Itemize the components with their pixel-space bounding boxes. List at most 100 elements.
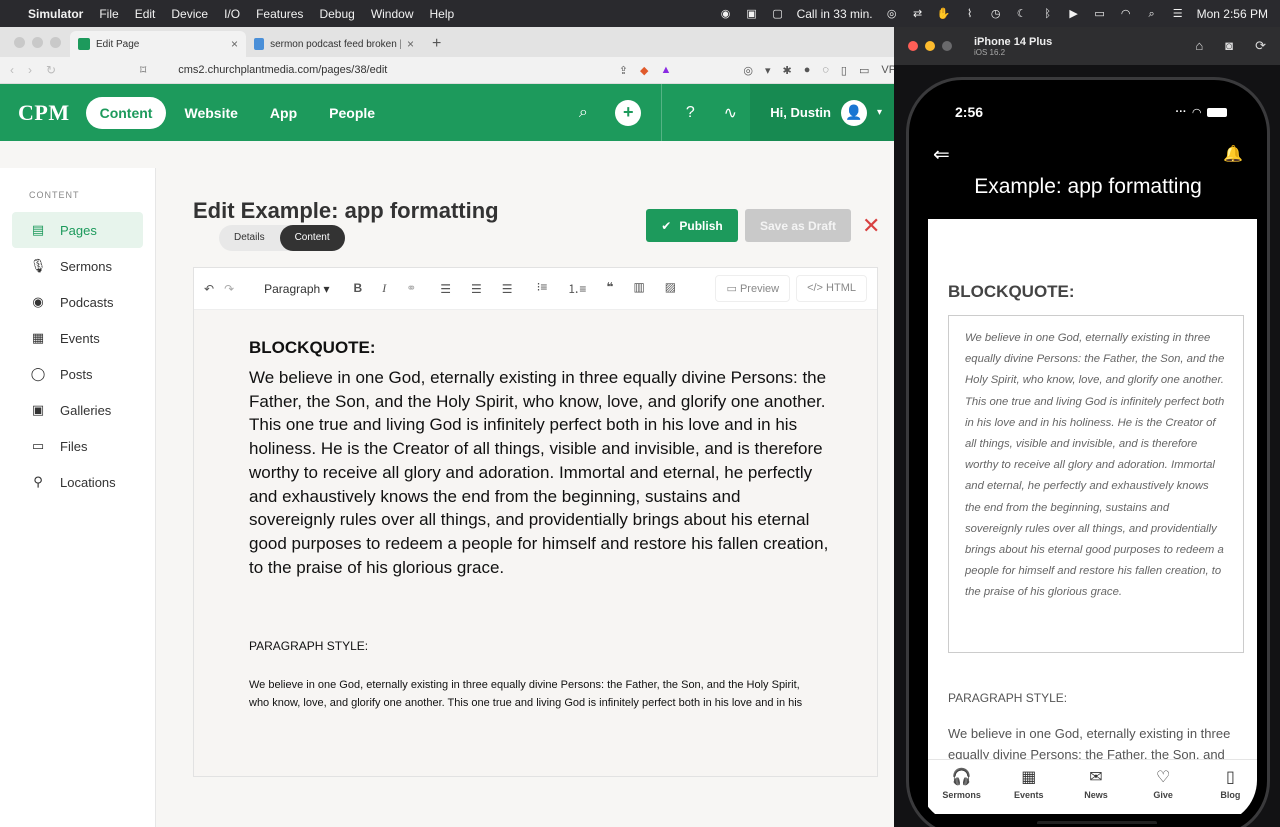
call-reminder[interactable]: Call in 33 min. xyxy=(797,7,873,21)
menu-help[interactable]: Help xyxy=(430,7,455,21)
bold-icon[interactable]: B xyxy=(354,281,363,296)
control-center-icon[interactable]: ☰ xyxy=(1171,8,1185,20)
numbered-list-icon[interactable]: ⒈≡ xyxy=(567,280,586,297)
cpm-logo[interactable]: CPM xyxy=(18,100,70,126)
extension-icon[interactable]: ◎ xyxy=(743,64,753,77)
nav-people[interactable]: People xyxy=(315,97,389,129)
menu-device[interactable]: Device xyxy=(171,7,208,21)
wifi-icon[interactable]: ◠ xyxy=(1119,8,1133,20)
close-tab-icon[interactable]: × xyxy=(231,37,238,51)
sidebar-item-posts[interactable]: ◯ Posts xyxy=(12,356,143,392)
save-as-draft-button[interactable]: Save as Draft xyxy=(745,209,851,242)
sidebar-item-locations[interactable]: ⚲ Locations xyxy=(12,464,143,500)
meeting-icon[interactable]: ▢ xyxy=(771,8,785,20)
zoom-window-button[interactable] xyxy=(50,37,61,48)
align-center-icon[interactable]: ☰ xyxy=(471,282,482,296)
app-tab-blog[interactable]: ▯ Blog xyxy=(1200,769,1257,800)
sidebar-icon[interactable]: ▯ xyxy=(841,64,847,77)
menu-io[interactable]: I/O xyxy=(224,7,240,21)
play-icon[interactable]: ▶ xyxy=(1067,8,1081,20)
battery-icon[interactable]: ▭ xyxy=(1093,8,1107,20)
preview-button[interactable]: ▭ Preview xyxy=(715,275,791,302)
bluetooth-icon[interactable]: ᛒ xyxy=(1041,8,1055,20)
redo-icon[interactable]: ↷ xyxy=(224,282,234,296)
reload-icon[interactable]: ↻ xyxy=(46,63,56,77)
nav-content[interactable]: Content xyxy=(85,96,167,129)
sidebar-item-galleries[interactable]: ▣ Galleries xyxy=(12,392,143,428)
bookmark-icon[interactable]: ⌑ xyxy=(140,63,146,77)
minimize-window-button[interactable] xyxy=(925,41,935,51)
browser-tab-shortcut[interactable]: sermon podcast feed broken | Shor × xyxy=(246,31,422,57)
align-right-icon[interactable]: ☰ xyxy=(502,282,513,296)
close-window-button[interactable] xyxy=(908,41,918,51)
sidebar-item-events[interactable]: ▦ Events xyxy=(12,320,143,356)
nav-website[interactable]: Website xyxy=(170,97,251,129)
share-icon[interactable]: ⇪ xyxy=(619,64,628,77)
moon-icon[interactable]: ☾ xyxy=(1015,8,1029,20)
undo-icon[interactable]: ↶ xyxy=(204,282,214,296)
sync-icon[interactable]: ⇄ xyxy=(911,8,925,20)
help-icon[interactable]: ? xyxy=(670,104,710,122)
menu-features[interactable]: Features xyxy=(256,7,303,21)
menu-window[interactable]: Window xyxy=(371,7,414,21)
app-tab-sermons[interactable]: 🎧 Sermons xyxy=(932,769,992,800)
editor-content[interactable]: BLOCKQUOTE: We believe in one God, etern… xyxy=(249,338,829,709)
image-icon[interactable]: ▨ xyxy=(665,280,676,297)
status-app-icon[interactable]: ◉ xyxy=(719,8,733,20)
sidebar-item-pages[interactable]: ▤ Pages xyxy=(12,212,143,248)
extension-icon[interactable]: ● xyxy=(804,64,811,76)
publish-button[interactable]: ✔ Publish xyxy=(646,209,738,242)
menu-file[interactable]: File xyxy=(99,7,118,21)
menu-app-name[interactable]: Simulator xyxy=(28,7,83,21)
zoom-window-button[interactable] xyxy=(942,41,952,51)
bulleted-list-icon[interactable]: ⁝≡ xyxy=(537,280,548,297)
new-tab-button[interactable]: + xyxy=(422,31,451,57)
app-tab-news[interactable]: ✉ News xyxy=(1066,769,1126,800)
back-icon[interactable]: ‹ xyxy=(10,63,14,77)
calendar-badge-icon[interactable]: ▣ xyxy=(745,8,759,20)
paperclip-icon[interactable]: ⌇ xyxy=(963,8,977,20)
paragraph-style-select[interactable]: Paragraph ▾ xyxy=(254,278,339,300)
tab-content[interactable]: Content xyxy=(279,225,345,251)
url-field[interactable]: cms2.churchplantmedia.com/pages/38/edit xyxy=(178,64,619,76)
html-button[interactable]: </> HTML xyxy=(796,275,867,302)
align-left-icon[interactable]: ☰ xyxy=(440,282,451,296)
minimize-window-button[interactable] xyxy=(32,37,43,48)
menu-edit[interactable]: Edit xyxy=(135,7,156,21)
layout-icon[interactable]: ▥ xyxy=(633,280,644,297)
close-window-button[interactable] xyxy=(14,37,25,48)
sidebar-item-files[interactable]: ▭ Files xyxy=(12,428,143,464)
tab-details[interactable]: Details xyxy=(219,225,280,251)
link-icon[interactable]: ⚭ xyxy=(406,281,416,296)
bell-icon[interactable]: 🔔 xyxy=(1223,144,1243,164)
activity-icon[interactable]: ∿ xyxy=(710,103,750,123)
search-icon[interactable]: ⌕ xyxy=(563,104,603,122)
blockquote-icon[interactable]: ❝ xyxy=(606,280,613,297)
app-page-content[interactable]: BLOCKQUOTE: We believe in one God, etern… xyxy=(928,219,1257,759)
home-indicator[interactable] xyxy=(1037,821,1157,824)
italic-icon[interactable]: I xyxy=(382,281,386,296)
time-machine-icon[interactable]: ◷ xyxy=(989,8,1003,20)
sidebar-item-sermons[interactable]: 🎙 Sermons xyxy=(12,248,143,284)
nav-app[interactable]: App xyxy=(256,97,311,129)
app-tab-events[interactable]: ▦ Events xyxy=(999,769,1059,800)
app-tab-give[interactable]: ♡ Give xyxy=(1133,769,1193,800)
extension-icon[interactable]: ◌ xyxy=(822,64,829,76)
extension-icon[interactable]: ▾ xyxy=(765,64,771,77)
user-menu[interactable]: Hi, Dustin 👤 ▾ xyxy=(750,84,896,141)
screenshot-icon[interactable]: ◙ xyxy=(1225,38,1233,54)
forward-icon[interactable]: › xyxy=(28,63,32,77)
add-icon[interactable]: + xyxy=(615,99,642,126)
search-icon[interactable]: ⌕ xyxy=(1145,8,1159,20)
hand-icon[interactable]: ✋ xyxy=(937,8,951,20)
menu-debug[interactable]: Debug xyxy=(319,7,354,21)
rotate-icon[interactable]: ⟳ xyxy=(1255,38,1266,54)
extension-icon[interactable]: ✱ xyxy=(782,64,791,77)
close-icon[interactable]: ✕ xyxy=(862,213,880,239)
home-icon[interactable]: ⌂ xyxy=(1195,38,1203,54)
brave-shield-icon[interactable]: ◆ xyxy=(640,64,648,77)
close-tab-icon[interactable]: × xyxy=(407,37,414,51)
back-arrow-icon[interactable]: ⇐ xyxy=(933,142,950,167)
rewards-icon[interactable]: ▲ xyxy=(660,64,671,76)
grammarly-icon[interactable]: ◎ xyxy=(885,8,899,20)
